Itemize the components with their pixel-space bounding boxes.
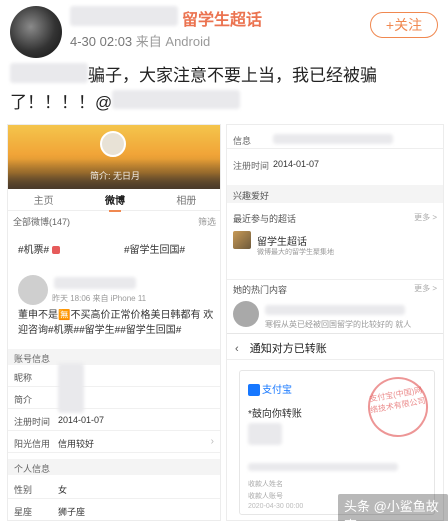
post-source: 来自 Android: [135, 34, 211, 49]
payee-account-label: 收款人账号: [248, 493, 283, 500]
tweet-body: 董申不是🈚不买高价正常价格美日韩都有 欢迎咨询#机票##留学生##留学生回国#: [18, 310, 214, 336]
tweet-avatar: [18, 275, 48, 305]
back-arrow-icon[interactable]: ‹: [235, 343, 239, 355]
blurred-text: [10, 63, 88, 83]
supertopic-link[interactable]: 留学生超话: [182, 6, 262, 30]
feed-bar: 全部微博(147) 筛选: [8, 215, 220, 231]
transfer-notification: ‹ 通知对方已转账 支付宝 支付宝(中国)网络技术有限公司 *鼓向你转账 收款人…: [227, 333, 443, 520]
supertopic-title[interactable]: 留学生超话: [257, 233, 307, 248]
row-nickname: 昵称: [8, 365, 220, 387]
profile-tabs: 主页 微博 相册: [8, 189, 220, 212]
row-gender: 性别 女: [8, 477, 220, 499]
recent-supertopics-header: 最近参与的超话 更多 >: [233, 212, 437, 224]
transfer-message: *鼓向你转账: [248, 409, 302, 420]
tweet-meta: 昨天 18:06 来自 iPhone 11: [52, 294, 147, 303]
feed-count: 全部微博(147): [13, 217, 71, 227]
row-zodiac: 星座 狮子座: [8, 499, 220, 520]
profile-screenshot-right: 信息 注册时间 2014-01-07 兴趣爱好 最近参与的超话 更多 > 留学生…: [226, 124, 444, 521]
post-text-line-1: 骗子，大家注意不要上当，我已经被骗: [88, 66, 377, 85]
blurred-hot-title: [265, 305, 405, 315]
blurred-account-values: [58, 363, 84, 413]
more-link[interactable]: 更多 >: [414, 212, 437, 223]
register-row: 注册时间 2014-01-07: [233, 159, 320, 171]
tab-album[interactable]: 相册: [176, 192, 196, 207]
transfer-title-bar: ‹ 通知对方已转账: [227, 334, 443, 360]
red-badge-icon: [52, 246, 61, 255]
interests-header: 兴趣爱好: [227, 185, 443, 203]
account-info-header: 账号信息: [8, 349, 220, 365]
alipay-icon: [248, 384, 260, 397]
profile-intro: 简介: 无日月: [90, 171, 141, 181]
payee-name-label: 收款人姓名: [248, 481, 283, 488]
supertopic-subtitle: 微博最大的留学生聚集地: [257, 249, 334, 256]
follow-button[interactable]: +关注: [370, 12, 438, 38]
alipay-logo: 支付宝: [248, 381, 292, 397]
profile-avatar: [100, 131, 126, 157]
transfer-time: 2020-04-30 00:00: [248, 503, 304, 510]
post-text-line-2: 了！！！！@: [10, 93, 113, 112]
personal-info-header: 个人信息: [8, 459, 220, 475]
blurred-details: [248, 463, 398, 471]
post-meta: 4-30 02:03 来自 Android: [70, 31, 210, 50]
hot-content-header: 她的热门内容 更多 >: [227, 279, 443, 295]
chevron-right-icon: ›: [210, 436, 214, 447]
row-bio: 简介: [8, 387, 220, 409]
filter-button[interactable]: 筛选: [198, 215, 216, 228]
tag-return[interactable]: #留学生回国#: [124, 241, 185, 256]
profile-screenshot-left: 简介: 无日月 主页 微博 相册 全部微博(147) 筛选 #机票# #留学生回…: [7, 124, 221, 521]
post-time: 4-30 02:03: [70, 34, 133, 49]
tag-ticket[interactable]: #机票#: [18, 241, 61, 256]
info-row: 信息: [227, 129, 443, 149]
row-register-time: 注册时间 2014-01-07: [8, 409, 220, 431]
blurred-tweet-name: [54, 277, 136, 289]
blurred-poster-name: [70, 6, 178, 26]
hot-avatar: [233, 301, 259, 327]
blurred-amount: [248, 423, 282, 445]
blurred-mention: [112, 90, 240, 109]
row-credit[interactable]: 阳光信用 信用较好 ›: [8, 431, 220, 453]
tags-row: #机票# #留学生回国#: [8, 237, 220, 259]
blurred-info: [273, 134, 393, 144]
tab-home[interactable]: 主页: [34, 192, 54, 207]
toutiao-watermark: 头条 @小鲨鱼故事: [338, 494, 448, 521]
poster-avatar[interactable]: [10, 6, 62, 58]
supertopic-thumbnail[interactable]: [233, 231, 251, 249]
more-link-hot[interactable]: 更多 >: [414, 283, 437, 294]
company-seal: 支付宝(中国)网络技术有限公司: [363, 372, 433, 442]
hot-text: 寒假从英已经被回国留学的比较好的 就人: [265, 320, 412, 329]
tab-weibo[interactable]: 微博: [105, 192, 125, 212]
